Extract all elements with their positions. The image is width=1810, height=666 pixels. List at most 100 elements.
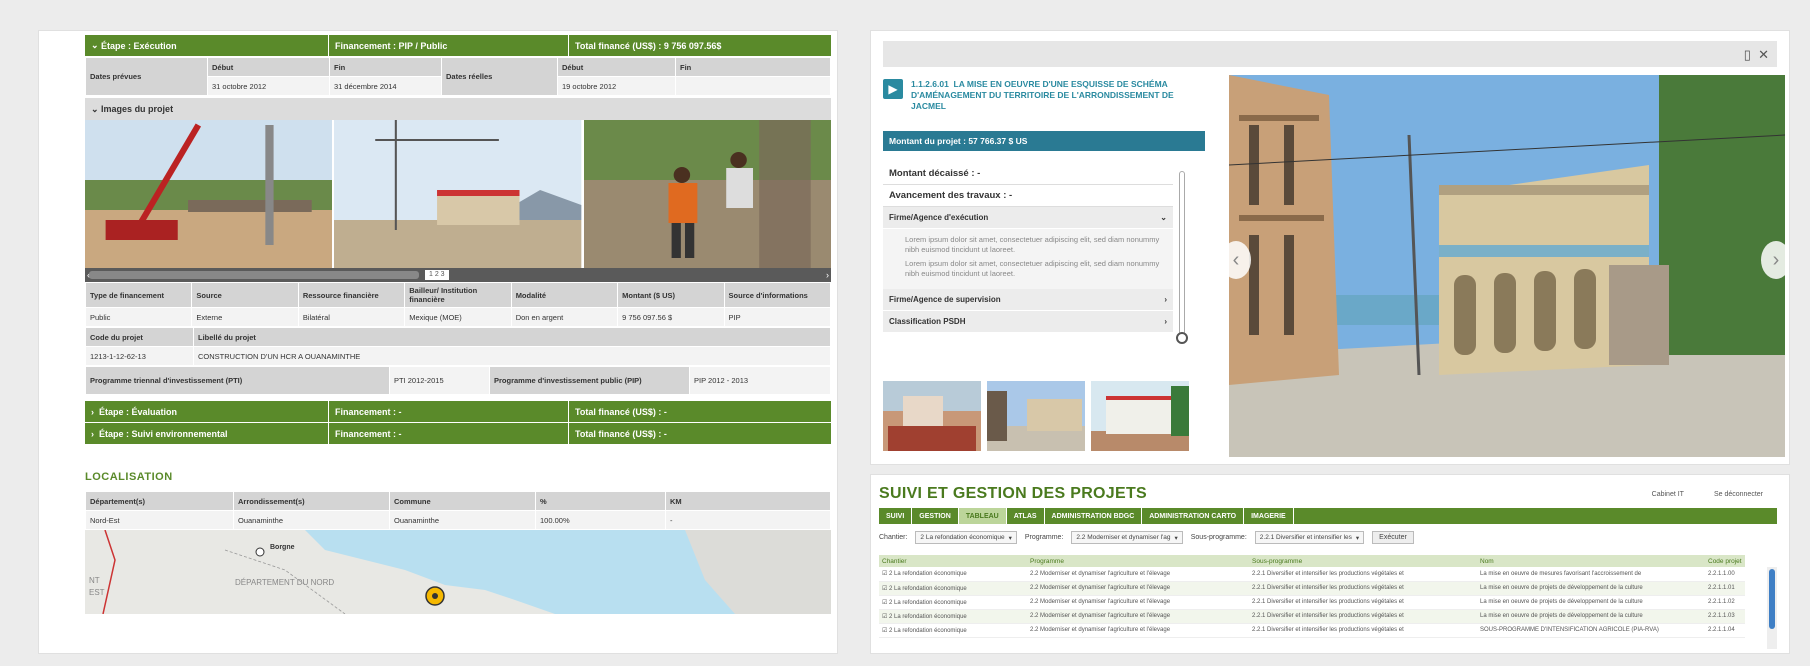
chevron-down-icon: ⌄ (1160, 213, 1167, 222)
photo-thumbnails (883, 381, 1189, 451)
table-cell: La mise en oeuvre de projets de développ… (1477, 609, 1705, 624)
loc-header: Département(s) (85, 491, 234, 511)
financement-label: Financement : - (329, 401, 569, 422)
loc-cell: - (665, 510, 831, 530)
project-photos (85, 120, 831, 268)
map-graphic (85, 530, 831, 614)
thumbnail[interactable] (883, 381, 981, 451)
arrow-right-icon[interactable]: › (826, 270, 829, 280)
prev-photo-button[interactable]: ‹ (1221, 241, 1251, 279)
programme-select[interactable]: 2.2 Moderniser et dynamiser l'ag ▾ (1071, 531, 1183, 544)
images-section-header[interactable]: ⌄ Images du projet (85, 98, 831, 120)
accordion-execution[interactable]: Firme/Agence d'exécution ⌄ (883, 207, 1173, 229)
dates-prevues-label: Dates prévues (85, 57, 208, 96)
loc-cell: Nord-Est (85, 510, 234, 530)
column-header[interactable]: Chantier (879, 555, 1027, 567)
select-value: 2 La refondation économique (920, 534, 1005, 541)
project-code: 1.1.2.6.01 (911, 79, 949, 89)
page-numbers[interactable]: 1 2 3 (425, 270, 449, 280)
construction-photo-1[interactable] (85, 120, 333, 268)
slider-knob[interactable] (1176, 332, 1188, 344)
location-map[interactable]: Borgne DÉPARTEMENT DU NORD NT EST (85, 530, 831, 614)
fin-table-cell: Public (84, 307, 193, 327)
fin-table-header: Bailleur/ Institution financière (404, 282, 512, 308)
projects-table: Chantier Programme Sous-programme Nom Co… (879, 555, 1745, 638)
thumbnail[interactable] (1091, 381, 1189, 451)
chevron-right-icon: › (1164, 295, 1167, 304)
sousprogramme-select[interactable]: 2.2.1 Diversifier et intensifier les ▾ (1254, 531, 1365, 544)
table-scrollbar[interactable] (1767, 567, 1777, 649)
sousprogramme-label: Sous-programme: (1190, 534, 1247, 541)
fin-table-header: Montant ($ US) (617, 282, 725, 308)
tab-admin-carto[interactable]: ADMINISTRATION CARTO (1142, 508, 1245, 524)
checkbox-icon[interactable]: ☑ (882, 628, 889, 634)
fin-table-cell: PIP (723, 307, 832, 327)
tab-tableau[interactable]: TABLEAU (958, 508, 1007, 524)
scroll-thumb[interactable] (1769, 569, 1775, 629)
lorem-text: Lorem ipsum dolor sit amet, consectetuer… (905, 259, 1160, 278)
photo-scrollbar[interactable]: ‹ 1 2 3 › (85, 268, 831, 282)
localisation-table: Département(s) Arrondissement(s) Commune… (85, 491, 831, 530)
programme-table: Programme triennal d'investissement (PTI… (85, 366, 831, 395)
execute-button[interactable]: Exécuter (1372, 531, 1414, 544)
document-icon[interactable]: ▯ (1744, 47, 1751, 62)
main-project-photo[interactable] (1229, 75, 1785, 457)
tab-admin-bdgc[interactable]: ADMINISTRATION BDGC (1045, 508, 1143, 524)
tab-suivi[interactable]: SUIVI (879, 508, 913, 524)
loc-header: Arrondissement(s) (233, 491, 390, 511)
tab-gestion[interactable]: GESTION (912, 508, 959, 524)
project-detail-panel: ⌄ Étape : Exécution Financement : PIP / … (38, 30, 838, 654)
vertical-slider[interactable] (1176, 171, 1188, 344)
close-icon[interactable]: ✕ (1758, 47, 1769, 62)
column-header[interactable]: Sous-programme (1249, 555, 1477, 567)
project-icon: ▶ (883, 79, 903, 99)
tab-atlas[interactable]: ATLAS (1007, 508, 1045, 524)
table-row[interactable]: ☑ 2 La refondation économique 2.2 Modern… (879, 567, 1745, 582)
dates-table: Dates prévues Début Fin Dates réelles Dé… (85, 57, 831, 96)
table-row[interactable]: ☑ 2 La refondation économique 2.2 Modern… (879, 581, 1745, 596)
code-value: 1213-1-12-62-13 (85, 346, 194, 366)
user-link[interactable]: Cabinet IT (1652, 491, 1684, 498)
loc-header: KM (665, 491, 831, 511)
stage-evaluation-bar[interactable]: › Étape : Évaluation Financement : - Tot… (85, 401, 831, 423)
table-cell: 2.2 Moderniser et dynamiser l'agricultur… (1027, 609, 1249, 624)
pip-label: Programme d'investissement public (PIP) (489, 366, 690, 395)
stage-suivi-bar[interactable]: › Étape : Suivi environnemental Financem… (85, 423, 831, 445)
stage-execution-bar[interactable]: ⌄ Étape : Exécution Financement : PIP / … (85, 35, 831, 57)
map-town-label: Borgne (270, 544, 295, 551)
table-row[interactable]: ☑ 2 La refondation économique 2.2 Modern… (879, 623, 1745, 638)
table-cell: La mise en oeuvre de projets de développ… (1477, 595, 1705, 610)
tab-imagerie[interactable]: IMAGERIE (1244, 508, 1294, 524)
thumbnail[interactable] (987, 381, 1085, 451)
montant-bar: Montant du projet : 57 766.37 $ US (883, 131, 1205, 151)
table-row[interactable]: ☑ 2 La refondation économique 2.2 Modern… (879, 609, 1745, 624)
next-photo-button[interactable]: › (1761, 241, 1789, 279)
scroll-thumb[interactable] (89, 271, 419, 279)
column-header[interactable]: Nom (1477, 555, 1705, 567)
filter-bar: Chantier: 2 La refondation économique ▾ P… (879, 531, 1777, 544)
logout-link[interactable]: Se déconnecter (1714, 491, 1763, 498)
checkbox-icon[interactable]: ☑ (882, 586, 889, 592)
table-cell: 2.2.1 Diversifier et intensifier les pro… (1249, 623, 1477, 638)
cell-text: 2 La refondation économique (889, 599, 967, 606)
accordion-supervision[interactable]: Firme/Agence de supervision › (883, 289, 1173, 311)
table-cell: 2.2.1.1.03 (1705, 609, 1745, 624)
financement-label: Financement : - (329, 423, 569, 444)
table-row[interactable]: ☑ 2 La refondation économique 2.2 Modern… (879, 595, 1745, 610)
construction-photo-2[interactable] (334, 120, 582, 268)
construction-photo-3[interactable] (583, 120, 831, 268)
checkbox-icon[interactable]: ☑ (882, 571, 889, 577)
loc-header: Commune (389, 491, 536, 511)
column-header[interactable]: Programme (1027, 555, 1249, 567)
checkbox-icon[interactable]: ☑ (882, 614, 889, 620)
column-header[interactable]: Code projet (1705, 555, 1745, 567)
accordion-psdh[interactable]: Classification PSDH › (883, 311, 1173, 333)
fin-table-cell: Externe (191, 307, 299, 327)
main-nav: SUIVI GESTION TABLEAU ATLAS ADMINISTRATI… (879, 508, 1777, 524)
pti-label: Programme triennal d'investissement (PTI… (85, 366, 390, 395)
checkbox-icon[interactable]: ☑ (882, 600, 889, 606)
prevues-debut: 31 octobre 2012 (207, 76, 330, 96)
cell-text: 2 La refondation économique (889, 627, 967, 634)
code-label: Code du projet (85, 327, 194, 347)
chantier-select[interactable]: 2 La refondation économique ▾ (915, 531, 1017, 544)
